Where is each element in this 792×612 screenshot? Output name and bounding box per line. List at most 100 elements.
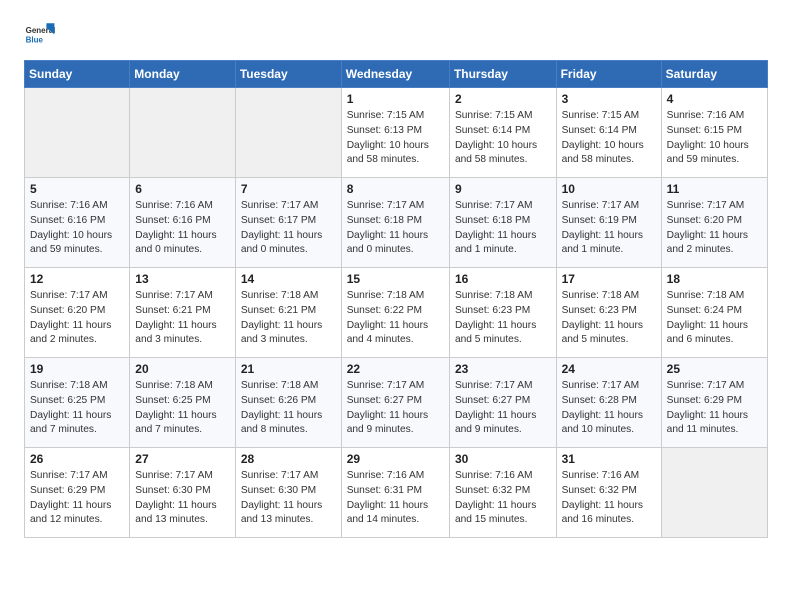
day-number: 1 (347, 92, 444, 106)
calendar-cell: 17Sunrise: 7:18 AM Sunset: 6:23 PM Dayli… (556, 268, 661, 358)
calendar-cell: 20 Sunrise: 7:18 AM Sunset: 6:25 PM Dayli… (130, 358, 236, 448)
day-number: 28 (241, 452, 336, 466)
day-info: Sunrise: 7:17 AM Sunset: 6:18 PM Dayligh… (347, 199, 444, 258)
calendar-cell (235, 88, 341, 178)
calendar-cell: 1Sunrise: 7:15 AM Sunset: 6:13 PM Daylig… (341, 88, 449, 178)
day-number: 24 (562, 362, 656, 376)
calendar-cell: 29 Sunrise: 7:16 AM Sunset: 6:31 PM Dayli… (341, 448, 449, 538)
day-number: 8 (347, 182, 444, 196)
day-number: 12 (30, 272, 124, 286)
day-info: Sunrise: 7:18 AM Sunset: 6:24 PM Dayligh… (667, 289, 762, 348)
day-number: 2 (455, 92, 551, 106)
calendar-cell: 14Sunrise: 7:18 AM Sunset: 6:21 PM Dayli… (235, 268, 341, 358)
day-number: 22 (347, 362, 444, 376)
calendar-cell: 6Sunrise: 7:16 AM Sunset: 6:16 PM Daylig… (130, 178, 236, 268)
calendar-cell: 15 Sunrise: 7:18 AM Sunset: 6:22 PM Dayli… (341, 268, 449, 358)
day-info: Sunrise: 7:17 AM Sunset: 6:20 PM Dayligh… (667, 199, 762, 258)
day-number: 3 (562, 92, 656, 106)
week-row-1: 1Sunrise: 7:15 AM Sunset: 6:13 PM Daylig… (25, 88, 768, 178)
calendar-table: SundayMondayTuesdayWednesdayThursdayFrid… (24, 60, 768, 538)
week-row-4: 19 Sunrise: 7:18 AM Sunset: 6:25 PM Dayli… (25, 358, 768, 448)
calendar-cell: 28 Sunrise: 7:17 AM Sunset: 6:30 PM Dayli… (235, 448, 341, 538)
weekday-header-thursday: Thursday (449, 61, 556, 88)
day-info: Sunrise: 7:18 AM Sunset: 6:23 PM Dayligh… (455, 289, 551, 348)
calendar-cell: 30 Sunrise: 7:16 AM Sunset: 6:32 PM Dayli… (449, 448, 556, 538)
day-number: 15 (347, 272, 444, 286)
calendar-cell: 16 Sunrise: 7:18 AM Sunset: 6:23 PM Dayli… (449, 268, 556, 358)
svg-text:Blue: Blue (26, 35, 44, 44)
day-info: Sunrise: 7:17 AM Sunset: 6:27 PM Dayligh… (455, 379, 551, 438)
calendar-cell: 2 Sunrise: 7:15 AM Sunset: 6:14 PM Daylig… (449, 88, 556, 178)
day-number: 19 (30, 362, 124, 376)
day-number: 26 (30, 452, 124, 466)
day-info: Sunrise: 7:18 AM Sunset: 6:22 PM Dayligh… (347, 289, 444, 348)
day-number: 16 (455, 272, 551, 286)
day-info: Sunrise: 7:17 AM Sunset: 6:27 PM Dayligh… (347, 379, 444, 438)
day-info: Sunrise: 7:15 AM Sunset: 6:14 PM Dayligh… (455, 109, 551, 168)
day-number: 11 (667, 182, 762, 196)
day-number: 31 (562, 452, 656, 466)
calendar-cell: 24 Sunrise: 7:17 AM Sunset: 6:28 PM Dayli… (556, 358, 661, 448)
day-number: 25 (667, 362, 762, 376)
day-number: 23 (455, 362, 551, 376)
day-info: Sunrise: 7:17 AM Sunset: 6:18 PM Dayligh… (455, 199, 551, 258)
day-info: Sunrise: 7:17 AM Sunset: 6:30 PM Dayligh… (241, 469, 336, 528)
calendar-cell: 5 Sunrise: 7:16 AM Sunset: 6:16 PM Daylig… (25, 178, 130, 268)
calendar-cell: 26Sunrise: 7:17 AM Sunset: 6:29 PM Dayli… (25, 448, 130, 538)
calendar-cell (25, 88, 130, 178)
day-number: 10 (562, 182, 656, 196)
day-info: Sunrise: 7:18 AM Sunset: 6:23 PM Dayligh… (562, 289, 656, 348)
calendar-cell: 27Sunrise: 7:17 AM Sunset: 6:30 PM Dayli… (130, 448, 236, 538)
day-number: 29 (347, 452, 444, 466)
day-info: Sunrise: 7:16 AM Sunset: 6:16 PM Dayligh… (30, 199, 124, 258)
day-number: 5 (30, 182, 124, 196)
calendar-cell: 3 Sunrise: 7:15 AM Sunset: 6:14 PM Daylig… (556, 88, 661, 178)
day-info: Sunrise: 7:17 AM Sunset: 6:21 PM Dayligh… (135, 289, 230, 348)
calendar-cell: 31 Sunrise: 7:16 AM Sunset: 6:32 PM Dayli… (556, 448, 661, 538)
day-info: Sunrise: 7:16 AM Sunset: 6:15 PM Dayligh… (667, 109, 762, 168)
calendar-cell: 13 Sunrise: 7:17 AM Sunset: 6:21 PM Dayli… (130, 268, 236, 358)
calendar-cell: 11 Sunrise: 7:17 AM Sunset: 6:20 PM Dayli… (661, 178, 767, 268)
day-info: Sunrise: 7:16 AM Sunset: 6:32 PM Dayligh… (455, 469, 551, 528)
calendar-cell (661, 448, 767, 538)
calendar-cell: 10 Sunrise: 7:17 AM Sunset: 6:19 PM Dayli… (556, 178, 661, 268)
calendar-cell: 12 Sunrise: 7:17 AM Sunset: 6:20 PM Dayli… (25, 268, 130, 358)
day-info: Sunrise: 7:18 AM Sunset: 6:26 PM Dayligh… (241, 379, 336, 438)
day-info: Sunrise: 7:17 AM Sunset: 6:17 PM Dayligh… (241, 199, 336, 258)
calendar-cell: 18 Sunrise: 7:18 AM Sunset: 6:24 PM Dayli… (661, 268, 767, 358)
calendar-cell: 21Sunrise: 7:18 AM Sunset: 6:26 PM Dayli… (235, 358, 341, 448)
day-info: Sunrise: 7:16 AM Sunset: 6:32 PM Dayligh… (562, 469, 656, 528)
week-row-2: 5 Sunrise: 7:16 AM Sunset: 6:16 PM Daylig… (25, 178, 768, 268)
day-number: 30 (455, 452, 551, 466)
logo-icon: General Blue (24, 20, 56, 52)
calendar-cell: 25 Sunrise: 7:17 AM Sunset: 6:29 PM Dayli… (661, 358, 767, 448)
calendar-cell: 19 Sunrise: 7:18 AM Sunset: 6:25 PM Dayli… (25, 358, 130, 448)
day-info: Sunrise: 7:17 AM Sunset: 6:19 PM Dayligh… (562, 199, 656, 258)
day-info: Sunrise: 7:17 AM Sunset: 6:28 PM Dayligh… (562, 379, 656, 438)
logo: General Blue (24, 20, 60, 52)
day-number: 4 (667, 92, 762, 106)
day-info: Sunrise: 7:18 AM Sunset: 6:25 PM Dayligh… (30, 379, 124, 438)
day-info: Sunrise: 7:17 AM Sunset: 6:20 PM Dayligh… (30, 289, 124, 348)
weekday-header-tuesday: Tuesday (235, 61, 341, 88)
day-number: 20 (135, 362, 230, 376)
day-number: 13 (135, 272, 230, 286)
day-info: Sunrise: 7:16 AM Sunset: 6:31 PM Dayligh… (347, 469, 444, 528)
day-number: 14 (241, 272, 336, 286)
day-number: 27 (135, 452, 230, 466)
day-info: Sunrise: 7:18 AM Sunset: 6:25 PM Dayligh… (135, 379, 230, 438)
week-row-5: 26Sunrise: 7:17 AM Sunset: 6:29 PM Dayli… (25, 448, 768, 538)
weekday-header-saturday: Saturday (661, 61, 767, 88)
weekday-header-wednesday: Wednesday (341, 61, 449, 88)
header: General Blue (24, 20, 768, 52)
week-row-3: 12 Sunrise: 7:17 AM Sunset: 6:20 PM Dayli… (25, 268, 768, 358)
day-info: Sunrise: 7:17 AM Sunset: 6:29 PM Dayligh… (667, 379, 762, 438)
weekday-header-sunday: Sunday (25, 61, 130, 88)
weekday-header-row: SundayMondayTuesdayWednesdayThursdayFrid… (25, 61, 768, 88)
day-number: 18 (667, 272, 762, 286)
day-info: Sunrise: 7:16 AM Sunset: 6:16 PM Dayligh… (135, 199, 230, 258)
calendar-cell: 9Sunrise: 7:17 AM Sunset: 6:18 PM Daylig… (449, 178, 556, 268)
day-info: Sunrise: 7:15 AM Sunset: 6:14 PM Dayligh… (562, 109, 656, 168)
calendar-cell: 23 Sunrise: 7:17 AM Sunset: 6:27 PM Dayli… (449, 358, 556, 448)
calendar-cell: 4 Sunrise: 7:16 AM Sunset: 6:15 PM Daylig… (661, 88, 767, 178)
